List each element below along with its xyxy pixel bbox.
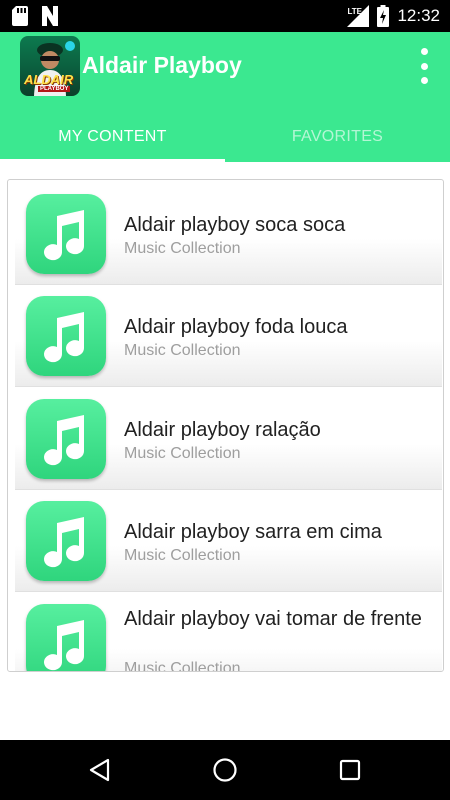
item-subtitle: Music Collection [124,240,241,257]
status-time: 12:32 [397,6,440,25]
music-note-icon [26,501,106,581]
item-title: Aldair playboy foda louca [124,316,348,338]
app-logo: ALDAIR PLAYBOY [20,36,80,96]
notification-n-icon [42,6,58,26]
item-subtitle: Music Collection [124,342,241,359]
tab-favorites[interactable]: FAVORITES [225,112,450,162]
list-item[interactable]: Aldair playboy vai tomar de frente Music… [15,594,442,672]
music-note-icon [26,194,106,274]
item-subtitle: Music Collection [124,547,241,564]
lte-signal-icon: LTE [347,5,370,27]
tab-bar: MY CONTENT FAVORITES [0,112,450,162]
status-bar-right: LTE 12:32 [347,0,440,32]
item-title: Aldair playboy soca soca [124,214,346,236]
overflow-menu-icon[interactable] [416,48,432,84]
list-item[interactable]: Aldair playboy foda louca Music Collecti… [15,286,442,387]
app-title: Aldair Playboy [82,52,242,78]
home-icon[interactable] [212,757,238,783]
music-note-icon [26,604,106,671]
back-icon[interactable] [88,758,112,782]
list-item[interactable]: Aldair playboy ralação Music Collection [15,389,442,490]
item-title: Aldair playboy ralação [124,419,321,441]
logo-subtext: PLAYBOY [38,86,71,92]
status-bar: LTE 12:32 [0,0,450,32]
battery-charging-icon [377,5,390,27]
app-bar: ALDAIR PLAYBOY Aldair Playboy MY CONTENT… [0,32,450,162]
tab-favorites-label: FAVORITES [291,128,384,145]
item-subtitle: Music Collection [124,660,241,672]
content-list[interactable]: Aldair playboy soca soca Music Collectio… [7,179,444,672]
tab-indicator [0,159,225,162]
logo-text: ALDAIR [24,72,74,87]
music-note-icon [26,399,106,479]
recents-icon[interactable] [339,759,361,781]
list-item[interactable]: Aldair playboy sarra em cima Music Colle… [15,491,442,592]
item-title: Aldair playboy sarra em cima [124,521,382,543]
tab-my-content-label: MY CONTENT [58,128,167,145]
list-item[interactable]: Aldair playboy soca soca Music Collectio… [15,184,442,285]
item-title: Aldair playboy vai tomar de frente [124,608,422,630]
sd-card-icon [12,6,28,26]
tab-my-content[interactable]: MY CONTENT [0,112,225,162]
item-subtitle: Music Collection [124,445,241,462]
navigation-bar [0,740,450,800]
music-note-icon [26,296,106,376]
status-bar-left [12,6,60,26]
